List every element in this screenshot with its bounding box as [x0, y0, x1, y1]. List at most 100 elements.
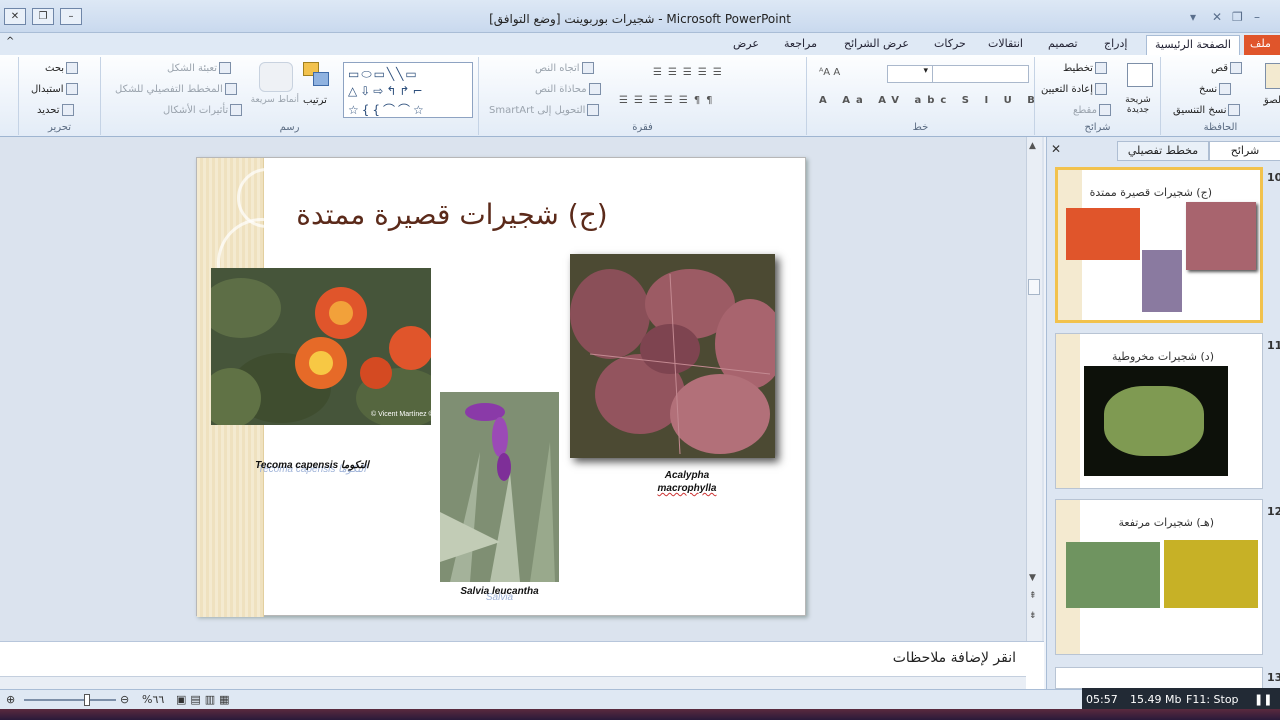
- layout-icon: [1094, 62, 1107, 74]
- vertical-scrollbar[interactable]: ▲ ▼ ⇞ ⇟: [1026, 137, 1042, 641]
- shape-outline-button[interactable]: المخطط التفصيلي للشكل: [115, 83, 239, 95]
- tab-view[interactable]: عرض: [733, 35, 759, 55]
- scroll-thumb[interactable]: [1028, 279, 1040, 295]
- pause-icon[interactable]: ❚❚: [1254, 693, 1272, 706]
- minimize-doc-icon[interactable]: –: [1254, 10, 1260, 24]
- copy-button[interactable]: نسخ: [1199, 83, 1233, 95]
- tab-home[interactable]: الصفحة الرئيسية: [1146, 35, 1240, 55]
- list-buttons-icon[interactable]: ☰☰☰☰☰: [653, 67, 728, 78]
- tab-file[interactable]: ملف: [1244, 35, 1280, 55]
- tab-slides-list[interactable]: شرائح: [1209, 141, 1280, 161]
- tab-transitions[interactable]: انتقالات: [988, 35, 1023, 55]
- smartart-button[interactable]: التحويل إلى SmartArt: [489, 104, 601, 116]
- notes-pane[interactable]: انقر لإضافة ملاحظات: [0, 641, 1044, 690]
- horizontal-scrollbar[interactable]: [0, 676, 1026, 690]
- shapes-gallery[interactable]: ▭⬭▭╲╲▭ △⇩⇨↰↱⌐ ☆{{⌒⌒☆: [343, 62, 473, 118]
- slide-thumbnail[interactable]: [1055, 667, 1263, 689]
- tab-review[interactable]: مراجعة: [784, 35, 817, 55]
- shape-effects-button[interactable]: تأثيرات الأشكال: [163, 104, 244, 116]
- recording-stop[interactable]: F11: Stop: [1186, 693, 1239, 706]
- replace-button[interactable]: استبدال: [31, 83, 80, 95]
- section-button[interactable]: مقطع: [1073, 104, 1113, 116]
- zoom-slider[interactable]: [24, 694, 116, 706]
- shape-fill-button[interactable]: تعبئة الشكل: [167, 62, 233, 74]
- zoom-level[interactable]: %٦٦: [142, 693, 164, 706]
- group-editing: بحث استبدال تحديد تحرير: [18, 57, 100, 135]
- next-slide-icon[interactable]: ⇟: [1029, 611, 1037, 621]
- recording-size: 15.49 Mb: [1130, 693, 1182, 706]
- slides-panel: ✕ مخطط تفصيلي شرائح 10 (ج) شجيرات قصيرة …: [1046, 137, 1280, 689]
- thumb-title: (هـ) شجيرات مرتفعة: [1118, 516, 1214, 529]
- zoom-out-icon[interactable]: ⊖: [120, 693, 129, 706]
- layout-button[interactable]: تخطيط: [1063, 62, 1109, 74]
- slide-thumbnail[interactable]: (هـ) شجيرات مرتفعة: [1055, 499, 1263, 655]
- acalypha-caption-line2[interactable]: macrophylla: [637, 483, 737, 494]
- find-button[interactable]: بحث: [45, 62, 80, 74]
- paste-button[interactable]: لصق: [1263, 95, 1280, 106]
- acalypha-photo[interactable]: [570, 254, 775, 458]
- thumb-number: 13: [1267, 671, 1280, 684]
- font-size-dropdown[interactable]: ▾: [887, 65, 933, 83]
- tab-outline[interactable]: مخطط تفصيلي: [1117, 141, 1209, 161]
- close-doc-icon[interactable]: ✕: [1212, 10, 1222, 24]
- tab-animations[interactable]: حركات: [934, 35, 966, 55]
- clipboard-group-label: الحافظة: [1203, 122, 1238, 133]
- format-painter-button[interactable]: نسخ التنسيق: [1173, 104, 1242, 116]
- drawing-group-label: رسم: [279, 122, 300, 133]
- editing-group-label: تحرير: [47, 122, 72, 133]
- group-slides: تخطيط إعادة التعيين مقطع شريحة جديدة شرا…: [1034, 57, 1160, 135]
- help-icon[interactable]: ▾: [1190, 10, 1196, 24]
- zoom-in-icon[interactable]: ⊕: [6, 693, 15, 706]
- thumb-photo: [1164, 540, 1258, 608]
- quick-styles-button[interactable]: أنماط سريعة: [251, 95, 299, 105]
- acalypha-image: [570, 254, 775, 458]
- photo-watermark: © Vicent Martínez ©: [371, 410, 431, 418]
- arrange-icon: [303, 62, 331, 90]
- reset-button[interactable]: إعادة التعيين: [1041, 83, 1109, 95]
- ribbon: بحث استبدال تحديد تحرير تعبئة الشكل المخ…: [0, 55, 1280, 137]
- slide-thumbnail[interactable]: (ج) شجيرات قصيرة ممتدة: [1055, 167, 1263, 323]
- scroll-down-icon[interactable]: ▼: [1029, 573, 1036, 583]
- grow-shrink-icon[interactable]: ᴬA A: [819, 67, 840, 78]
- salvia-caption[interactable]: Salvia leucantha: [440, 586, 559, 597]
- tab-insert[interactable]: إدراج: [1104, 35, 1127, 55]
- slide-thumbnail[interactable]: (د) شجيرات مخروطية: [1055, 333, 1263, 489]
- section-icon: [1098, 104, 1111, 116]
- binoculars-icon: [66, 62, 79, 74]
- scroll-up-icon[interactable]: ▲: [1029, 141, 1036, 151]
- align-text-button[interactable]: محاذاة النص: [535, 83, 603, 95]
- tab-design[interactable]: تصميم: [1048, 35, 1078, 55]
- scissors-icon: [1230, 62, 1243, 74]
- thumb-number: 11: [1267, 339, 1280, 352]
- thumb-number: 12: [1267, 505, 1280, 518]
- recording-time: 05:57: [1086, 693, 1118, 706]
- thumb-stripe: [1056, 334, 1080, 488]
- notes-placeholder[interactable]: انقر لإضافة ملاحظات: [893, 650, 1016, 666]
- font-group-label: خط: [912, 122, 929, 133]
- reset-icon: [1094, 83, 1107, 95]
- slide-canvas[interactable]: (ج) شجيرات قصيرة ممتدة © Vicent Martínez…: [196, 157, 806, 617]
- zoom-slider-thumb[interactable]: [84, 694, 90, 706]
- previous-slide-icon[interactable]: ⇞: [1029, 591, 1037, 601]
- align-buttons-icon[interactable]: ¶¶☰☰☰☰☰: [619, 95, 719, 106]
- text-direction-icon: [581, 62, 594, 74]
- group-clipboard: قص نسخ نسخ التنسيق لصق الحافظة: [1160, 57, 1280, 135]
- view-buttons-icon[interactable]: ▣▤▥▦: [176, 693, 234, 706]
- arrange-button[interactable]: ترتيب: [303, 95, 327, 106]
- lantana-caption[interactable]: Tecoma capensis التكوما: [247, 460, 377, 471]
- lantana-photo[interactable]: © Vicent Martínez ©: [211, 268, 431, 425]
- minimize-ribbon-icon[interactable]: ^: [6, 36, 14, 47]
- acalypha-caption-line1[interactable]: Acalypha: [637, 470, 737, 481]
- thumb-number: 10: [1267, 171, 1280, 184]
- new-slide-button[interactable]: شريحة جديدة: [1121, 95, 1155, 115]
- cut-button[interactable]: قص: [1211, 62, 1244, 74]
- select-button[interactable]: تحديد: [37, 104, 76, 116]
- restore-doc-icon[interactable]: ❐: [1232, 10, 1243, 24]
- slide-title[interactable]: (ج) شجيرات قصيرة ممتدة: [287, 198, 617, 231]
- close-panel-icon[interactable]: ✕: [1051, 142, 1061, 156]
- salvia-photo[interactable]: [440, 392, 559, 582]
- copy-icon: [1219, 83, 1232, 95]
- font-format-buttons-icon[interactable]: A Aa AV abc S I U B: [819, 95, 1041, 106]
- tab-slideshow[interactable]: عرض الشرائح: [844, 35, 909, 55]
- text-direction-button[interactable]: اتجاه النص: [535, 62, 596, 74]
